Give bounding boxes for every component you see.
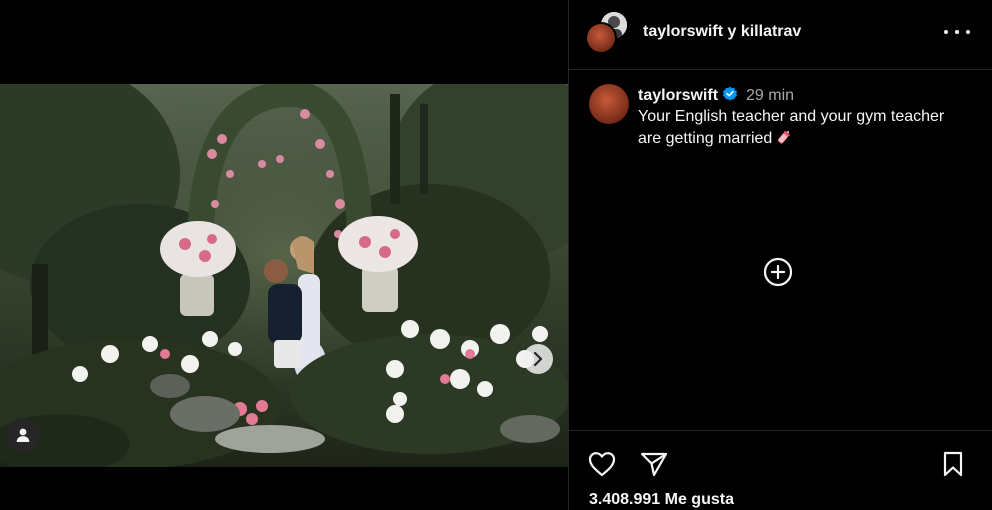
post-media-panel — [0, 0, 568, 510]
caption-body: taylorswift 29 min Your English teacher … — [638, 86, 968, 150]
next-photo-button[interactable] — [523, 344, 553, 374]
post-header: taylorswift y killatrav — [569, 0, 992, 70]
caption-text-container: Your English teacher and your gym teache… — [638, 106, 968, 150]
post-authors[interactable]: taylorswift y killatrav — [643, 23, 801, 41]
share-paper-plane-icon — [640, 452, 668, 477]
verified-badge-icon — [722, 86, 738, 101]
save-button[interactable] — [938, 449, 968, 479]
caption-time[interactable]: 29 min — [746, 87, 794, 104]
post-photo[interactable] — [0, 84, 568, 467]
post-side-panel: taylorswift y killatrav taylorswift 29 m… — [569, 0, 992, 510]
tagged-users-button[interactable] — [6, 418, 40, 452]
chevron-right-icon — [533, 352, 543, 366]
more-options-button[interactable] — [944, 22, 970, 42]
bookmark-icon — [943, 451, 963, 477]
collab-avatars[interactable] — [585, 10, 631, 54]
heart-icon — [588, 452, 616, 477]
like-button[interactable] — [587, 449, 617, 479]
author-joiner: y — [727, 23, 737, 40]
more-options-icon — [944, 30, 948, 34]
post-actions: 3.408.991 Me gusta — [569, 430, 992, 510]
author-secondary[interactable]: killatrav — [741, 23, 801, 40]
author-primary[interactable]: taylorswift — [643, 23, 723, 40]
garden-proposal-photo — [0, 84, 568, 467]
share-button[interactable] — [639, 449, 669, 479]
avatar-taylorswift — [585, 22, 617, 54]
caption-username[interactable]: taylorswift — [638, 87, 718, 104]
user-tag-icon — [16, 428, 30, 442]
caption-avatar[interactable] — [589, 84, 629, 124]
baby-bottle-emoji — [778, 130, 791, 144]
plus-circle-icon[interactable] — [762, 256, 794, 288]
likes-count[interactable]: 3.408.991 Me gusta — [589, 491, 734, 509]
